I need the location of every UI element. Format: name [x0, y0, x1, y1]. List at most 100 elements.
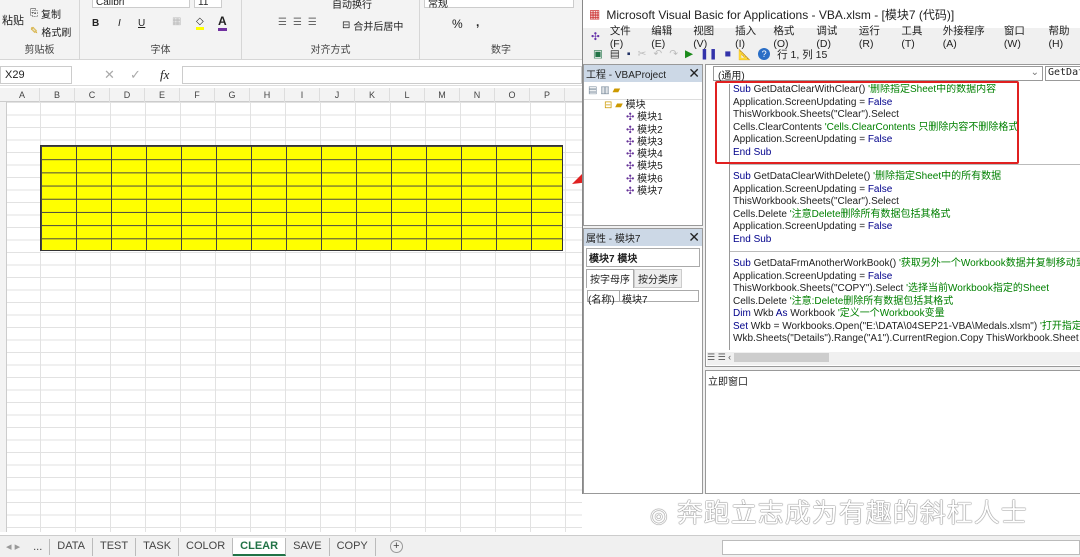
help-icon[interactable]: ?: [758, 48, 771, 60]
column-header[interactable]: P: [530, 88, 565, 102]
sheet-tab-data[interactable]: DATA: [50, 537, 93, 556]
align-icons[interactable]: ☰☰☰: [278, 17, 323, 28]
number-format-select[interactable]: 常规: [424, 0, 574, 10]
add-sheet-button[interactable]: +: [389, 540, 403, 553]
column-header[interactable]: M: [425, 88, 460, 102]
module-item[interactable]: ✣ 模块6: [626, 174, 702, 186]
tab-categorized[interactable]: 按分类序: [634, 269, 682, 288]
sheet-tab-copy[interactable]: COPY: [330, 537, 376, 556]
project-title: 工程 - VBAProject: [586, 70, 667, 81]
code-token: '删除指定Sheet中的所有数据: [873, 171, 1002, 182]
column-header[interactable]: C: [75, 88, 110, 102]
redo-icon[interactable]: ↷: [669, 48, 678, 60]
module-item[interactable]: ✣ 模块2: [626, 125, 702, 137]
merge-center-button[interactable]: ⊟ 合并后居中: [342, 18, 403, 33]
fx-icon[interactable]: fx: [160, 67, 169, 83]
fill-color-icon[interactable]: ◇: [196, 16, 204, 30]
copy-button[interactable]: ⎘ 复制: [30, 6, 61, 21]
cut-icon[interactable]: ✂: [638, 48, 647, 60]
enter-icon[interactable]: ✓: [130, 67, 141, 83]
sheet-tab-clear[interactable]: CLEAR: [233, 537, 287, 556]
border-icon[interactable]: ▦: [172, 16, 181, 27]
module-item[interactable]: ✣ 模块4: [626, 149, 702, 161]
code-line: End Sub: [733, 234, 1080, 247]
sheet-tab-save[interactable]: SAVE: [286, 537, 330, 556]
more-tabs-button[interactable]: ...: [26, 538, 51, 555]
object-combo[interactable]: (通用) ⌄: [713, 66, 1043, 82]
object-select[interactable]: 模块7 模块: [586, 248, 700, 267]
project-explorer: 工程 - VBAProject ✕ ▤ ▥ ▰ ⊟ ▰ 模块 ✣ 模块1 ✣ 模块2…: [583, 64, 703, 226]
project-tree: ⊟ ▰ 模块 ✣ 模块1 ✣ 模块2 ✣ 模块3 ✣ 模块4 ✣ 模块5 ✣ 模块6 ✣ 模…: [584, 100, 702, 198]
run-icon[interactable]: ▶: [685, 48, 693, 60]
procedure-view-icon[interactable]: ☰: [707, 352, 715, 362]
code-token: Application.ScreenUpdating =: [733, 270, 868, 282]
close-project-icon[interactable]: ✕: [688, 65, 700, 82]
percent-button[interactable]: %: [452, 17, 463, 31]
wrap-text-button[interactable]: 自动换行: [332, 0, 372, 11]
undo-icon[interactable]: ↶: [653, 48, 662, 60]
tab-alphabetic[interactable]: 按字母序: [586, 269, 634, 288]
insert-module-icon[interactable]: ▤: [610, 48, 620, 60]
column-header[interactable]: N: [460, 88, 495, 102]
procedure-combo[interactable]: GetDataClearWithClear: [1045, 66, 1080, 81]
italic-button[interactable]: I: [118, 18, 121, 29]
column-header[interactable]: I: [285, 88, 320, 102]
module-item[interactable]: ✣ 模块3: [626, 137, 702, 149]
scroll-tabs-left-icon[interactable]: ◂ ▸: [0, 540, 26, 553]
code-token: '获取另外一个Workbook数据并复制移动到: [899, 258, 1080, 269]
sheet-tab-task[interactable]: TASK: [136, 537, 180, 556]
vba-menu-icon: ✣: [591, 30, 600, 43]
module-label: 模块4: [637, 149, 663, 161]
column-header[interactable]: K: [355, 88, 390, 102]
code-token: '选择当前Workbook指定的Sheet: [906, 283, 1049, 294]
paste-button[interactable]: 粘贴: [2, 12, 24, 28]
format-painter-button[interactable]: ✎ 格式刷: [30, 24, 71, 39]
font-name-select[interactable]: Calibri: [92, 0, 190, 8]
column-header[interactable]: A: [5, 88, 40, 102]
column-header[interactable]: B: [40, 88, 75, 102]
sheet-tab-color[interactable]: COLOR: [179, 537, 234, 556]
design-mode-icon[interactable]: 📐: [738, 48, 751, 61]
column-header[interactable]: D: [110, 88, 145, 102]
bold-button[interactable]: B: [92, 18, 99, 29]
horizontal-scrollbar[interactable]: [722, 540, 1080, 555]
reset-icon[interactable]: ■: [725, 48, 731, 60]
formula-input[interactable]: [182, 66, 582, 84]
module-icon: ✣: [626, 186, 635, 198]
modules-folder[interactable]: ⊟ ▰ 模块: [604, 100, 702, 112]
font-size-select[interactable]: 11: [194, 0, 222, 8]
view-code-icon[interactable]: ▤: [588, 85, 597, 96]
column-header[interactable]: G: [215, 88, 250, 102]
folder-label: 模块: [625, 100, 646, 111]
name-box[interactable]: X29: [0, 66, 72, 84]
code-hscrollbar[interactable]: ☰ ☰ ‹: [707, 352, 1080, 365]
view-object-icon[interactable]: ▥: [600, 85, 609, 96]
column-header[interactable]: O: [495, 88, 530, 102]
underline-button[interactable]: U: [138, 18, 145, 29]
property-row-name[interactable]: (名称) 模块7: [587, 290, 699, 306]
comma-button[interactable]: ,: [476, 15, 479, 29]
break-icon[interactable]: ❚❚: [700, 48, 718, 60]
scroll-thumb[interactable]: [733, 353, 829, 363]
module-icon: ✣: [626, 112, 635, 124]
immediate-window[interactable]: 立即窗口: [705, 370, 1080, 494]
column-header[interactable]: E: [145, 88, 180, 102]
save-icon[interactable]: ▪: [627, 48, 631, 60]
column-header[interactable]: J: [320, 88, 355, 102]
module-item[interactable]: ✣ 模块5: [626, 161, 702, 173]
sheet-tab-test[interactable]: TEST: [93, 537, 137, 556]
module-view-icon[interactable]: ☰: [718, 352, 726, 362]
module-item[interactable]: ✣ 模块7: [626, 186, 702, 198]
code-token: False: [867, 221, 893, 232]
module-icon: ✣: [626, 173, 635, 185]
font-color-icon[interactable]: A: [218, 14, 227, 31]
toggle-folders-icon[interactable]: ▰: [612, 85, 620, 96]
excel-view-icon[interactable]: ▣: [593, 48, 603, 60]
module-item[interactable]: ✣ 模块1: [626, 112, 702, 124]
column-header[interactable]: F: [180, 88, 215, 102]
yellow-filled-range[interactable]: [40, 145, 563, 251]
cancel-icon[interactable]: ✕: [104, 67, 115, 83]
column-header[interactable]: L: [390, 88, 425, 102]
close-properties-icon[interactable]: ✕: [688, 229, 700, 246]
column-header[interactable]: H: [250, 88, 285, 102]
